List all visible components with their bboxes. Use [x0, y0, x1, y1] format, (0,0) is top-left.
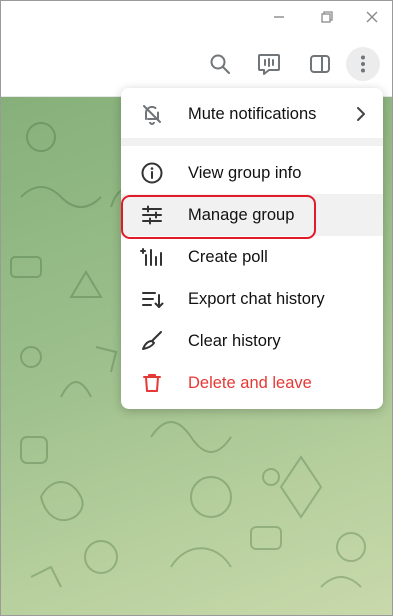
telegram-window: Mute notifications View group info Manag…	[0, 0, 393, 616]
trash-icon	[140, 371, 164, 395]
export-icon	[140, 287, 164, 311]
restore-icon	[321, 11, 333, 23]
menu-item-create-poll[interactable]: Create poll	[121, 236, 383, 278]
chevron-right-icon	[355, 105, 367, 128]
menu-item-mute-notifications[interactable]: Mute notifications	[121, 93, 383, 135]
more-vertical-icon	[361, 55, 365, 73]
menu-item-clear-history[interactable]: Clear history	[121, 320, 383, 362]
close-button[interactable]	[358, 5, 386, 29]
menu-item-label: Export chat history	[188, 289, 325, 308]
broom-icon	[140, 329, 164, 353]
bell-off-icon	[140, 102, 164, 126]
minimize-icon	[274, 16, 284, 18]
poll-icon	[140, 245, 164, 269]
info-icon	[140, 161, 164, 185]
menu-item-delete-and-leave[interactable]: Delete and leave	[121, 362, 383, 404]
minimize-button[interactable]	[265, 5, 293, 29]
more-options-button[interactable]	[346, 47, 380, 81]
menu-item-label: View group info	[188, 163, 302, 182]
sidebar-toggle-button[interactable]	[303, 47, 337, 81]
menu-item-label: Mute notifications	[188, 104, 317, 123]
menu-item-label: Delete and leave	[188, 373, 312, 392]
title-bar	[1, 1, 392, 33]
highlight-annotation	[121, 195, 316, 239]
close-icon	[366, 11, 378, 23]
restore-button[interactable]	[313, 5, 341, 29]
live-stream-icon	[258, 54, 280, 75]
sidebar-toggle-icon	[310, 55, 330, 73]
menu-item-label: Clear history	[188, 331, 281, 350]
menu-separator	[121, 138, 383, 146]
menu-item-view-group-info[interactable]: View group info	[121, 152, 383, 194]
menu-item-export-chat-history[interactable]: Export chat history	[121, 278, 383, 320]
menu-item-label: Create poll	[188, 247, 268, 266]
chat-options-menu: Mute notifications View group info Manag…	[121, 88, 383, 409]
search-button[interactable]	[203, 47, 237, 81]
live-stream-button[interactable]	[252, 47, 286, 81]
search-icon	[210, 54, 230, 74]
